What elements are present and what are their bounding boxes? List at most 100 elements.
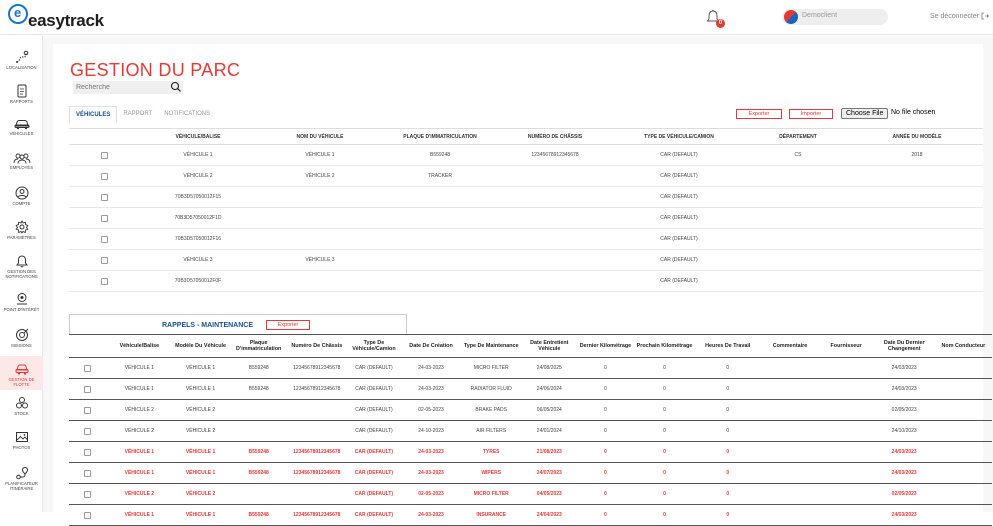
table-row[interactable]: VÉHICULE 1 VÉHICULE 1 B559248 1234567891234…	[69, 462, 992, 484]
column-header[interactable]: Plaque D'immatriculation	[229, 334, 289, 358]
row-checkbox[interactable]	[100, 235, 108, 243]
table-row[interactable]: VÉHICULE 2 VÉHICULE 2 CAR (DEFAULT) 24-10-2…	[69, 420, 992, 442]
table-cell: 24/03/2023	[873, 441, 935, 463]
table-row[interactable]: VÉHICULE 1 VÉHICULE 1 B559248 1234567891234…	[69, 357, 992, 379]
row-checkbox[interactable]	[84, 385, 92, 393]
column-header[interactable]: Date Entretient Véhicule	[522, 334, 576, 358]
table-row[interactable]: VÉHICULE 3 VÉHICULE 3 CAR (DEFAULT)	[69, 249, 983, 271]
table-cell: 0	[575, 378, 635, 400]
sidebar-item-parametres[interactable]: PARAMÈTRES	[0, 214, 43, 248]
sidebar-item-stock[interactable]: STOCK	[0, 390, 43, 424]
column-header[interactable]: Prochain Kilométrage	[634, 334, 695, 358]
column-header[interactable]: VÉHICULE/BALISE	[139, 128, 257, 145]
column-header[interactable]: Numéro De Châssis	[288, 334, 346, 358]
column-header[interactable]: Type De Maintenance	[459, 334, 523, 358]
row-checkbox[interactable]	[100, 214, 108, 222]
maintenance-table: Véhicule/Balise Modèle Du Véhicule Plaque …	[69, 334, 992, 526]
export-button[interactable]: Exporter	[736, 109, 782, 119]
location-route-icon	[15, 50, 28, 63]
table-cell: 70B3D57050012F15	[139, 186, 257, 208]
table-cell	[229, 483, 289, 505]
column-header[interactable]: PLAQUE D'IMMATRICULATION	[383, 128, 497, 145]
row-checkbox[interactable]	[84, 427, 92, 435]
row-checkbox[interactable]	[84, 490, 92, 498]
tab-rapport[interactable]: RAPPORT	[117, 106, 158, 123]
sidebar-label: MISSIONS	[11, 343, 32, 348]
row-checkbox[interactable]	[100, 193, 108, 201]
table-row[interactable]: VÉHICULE 1 VÉHICULE 1 B559248 1234567891234…	[69, 441, 992, 463]
column-header[interactable]: Dernier Kilométrage	[575, 334, 635, 358]
table-row[interactable]: VÉHICULE 1 VÉHICULE 1 B559248 1234567891234…	[69, 144, 983, 166]
sidebar-item-employes[interactable]: EMPLOYÉS	[0, 146, 43, 180]
table-cell: 24-03-2023	[402, 378, 460, 400]
sidebar-item-gestion-notifications[interactable]: GESTION DES NOTIFICATIONS	[0, 248, 43, 282]
table-cell: 12345678912345678	[288, 357, 346, 379]
row-checkbox[interactable]	[100, 172, 108, 180]
choose-file-button[interactable]: Choose File	[841, 108, 889, 119]
column-header[interactable]: DÉPARTEMENT	[745, 128, 851, 145]
table-cell	[934, 399, 992, 421]
tab-notifications[interactable]: NOTIFICATIONS	[158, 106, 216, 123]
sidebar-item-point-interet[interactable]: POINT D'INTÉRÊT	[0, 286, 43, 320]
table-row[interactable]: 70B3D57050012F15 CAR (DEFAULT)	[69, 186, 983, 208]
column-header[interactable]: Date De Création	[402, 334, 460, 358]
sidebar-item-photos[interactable]: PHOTOS	[0, 424, 43, 458]
table-row[interactable]: VÉHICULE 1 VÉHICULE 1 B559248 1234567891234…	[69, 504, 992, 526]
column-header[interactable]: ANNÉE DU MODÈLE	[851, 128, 983, 145]
table-cell: CAR (DEFAULT)	[613, 186, 745, 208]
user-menu[interactable]: Democlient	[782, 9, 888, 25]
column-header[interactable]: Heures De Travail	[694, 334, 762, 358]
row-checkbox[interactable]	[84, 511, 92, 519]
table-cell	[851, 228, 983, 250]
row-checkbox[interactable]	[84, 364, 92, 372]
table-cell: AIR FILTERS	[459, 420, 523, 442]
table-cell: 0	[634, 420, 695, 442]
sidebar-item-localisation[interactable]: LOCALISATION	[0, 44, 43, 78]
maintenance-export-button[interactable]: Exporter	[266, 320, 310, 330]
logo[interactable]: easytrack	[8, 4, 104, 32]
table-row[interactable]: VÉHICULE 2 VÉHICULE 2 CAR (DEFAULT) 02-05-2…	[69, 483, 992, 505]
table-row[interactable]: VÉHICULE 1 VÉHICULE 1 B559248 1234567891234…	[69, 378, 992, 400]
table-cell	[851, 270, 983, 292]
row-checkbox[interactable]	[84, 469, 92, 477]
search-icon[interactable]	[170, 81, 182, 93]
row-checkbox[interactable]	[100, 151, 108, 159]
table-cell: 24-03-2023	[402, 462, 460, 484]
column-header[interactable]: NUMÉRO DE CHÂSSIS	[497, 128, 613, 145]
column-header[interactable]: Fournisseur	[818, 334, 874, 358]
column-header[interactable]: Véhicule/Balise	[106, 334, 172, 358]
row-checkbox[interactable]	[100, 256, 108, 264]
sidebar-item-vehicules[interactable]: VÉHICULES	[0, 112, 43, 146]
tab-vehicules[interactable]: VÉHICULES	[69, 106, 118, 123]
row-checkbox[interactable]	[84, 406, 92, 414]
sidebar-item-missions[interactable]: MISSIONS	[0, 322, 43, 356]
search-input[interactable]	[76, 82, 161, 93]
table-row[interactable]: 70B3D57050012F1D CAR (DEFAULT)	[69, 207, 983, 229]
row-checkbox[interactable]	[84, 448, 92, 456]
table-cell: 24/10/2023	[873, 420, 935, 442]
table-cell	[934, 462, 992, 484]
table-cell: 2018	[851, 144, 983, 166]
sidebar-item-planificateur[interactable]: PLANIFICATEUR ITINÉRAIRE	[0, 460, 43, 500]
column-header[interactable]: Nom Conducteur	[934, 334, 992, 358]
column-header[interactable]: Type De Véhicule/Camion	[345, 334, 403, 358]
column-header[interactable]: NOM DU VÉHICULE	[257, 128, 383, 145]
import-button[interactable]: Importer	[789, 109, 833, 119]
column-header[interactable]: Date Du Dernier Changement	[873, 334, 935, 358]
sidebar-label: RAPPORTS	[10, 99, 33, 104]
table-row[interactable]: 70B3D57050012F0F CAR (DEFAULT)	[69, 270, 983, 292]
table-row[interactable]: 70B3D57050012F16 CAR (DEFAULT)	[69, 228, 983, 250]
table-cell: VÉHICULE 2	[106, 420, 172, 442]
row-checkbox[interactable]	[100, 277, 108, 285]
table-row[interactable]: VÉHICULE 2 VÉHICULE 2 CAR (DEFAULT) 02-05-2…	[69, 399, 992, 421]
sidebar-item-rapports[interactable]: RAPPORTS	[0, 78, 43, 112]
sidebar-item-gestion-flotte[interactable]: GESTION DE FLOTTE	[0, 356, 43, 390]
table-cell: CAR (DEFAULT)	[613, 228, 745, 250]
sidebar-item-compte[interactable]: COMPTE	[0, 180, 43, 214]
vehicles-table-body: VÉHICULE 1 VÉHICULE 1 B559248 1234567891234…	[69, 144, 983, 292]
column-header[interactable]: TYPE DE VÉHICULE/CAMION	[613, 128, 745, 145]
column-header[interactable]: Commentaire	[761, 334, 819, 358]
logout-link[interactable]: Se déconnecter	[930, 12, 990, 20]
column-header[interactable]: Modèle Du Véhicule	[172, 334, 230, 358]
table-row[interactable]: VÉHICULE 2 VÉHICULE 2 TRACKER CAR (DEFAULT)	[69, 165, 983, 187]
